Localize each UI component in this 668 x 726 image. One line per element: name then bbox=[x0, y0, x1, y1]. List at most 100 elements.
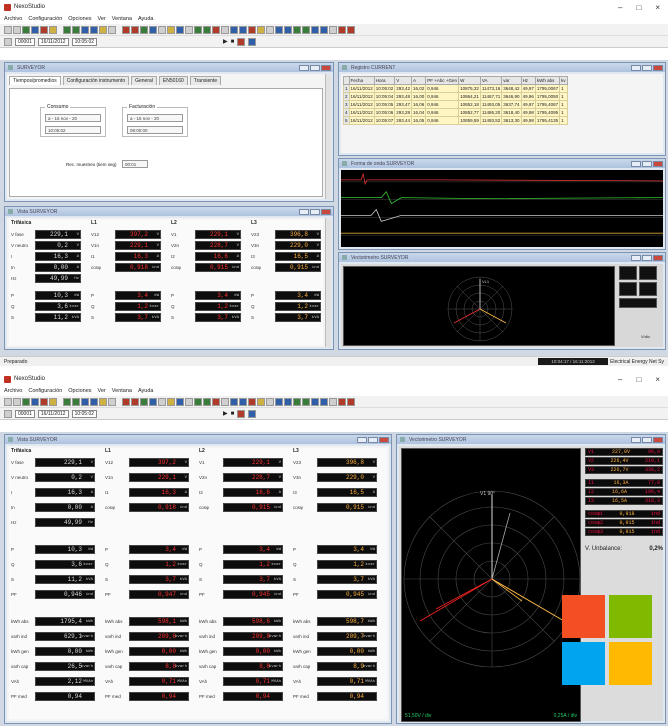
menu-opciones[interactable]: Opciones bbox=[68, 388, 91, 394]
table-header[interactable]: Hora bbox=[373, 76, 396, 85]
time-field[interactable]: 10:05:02 bbox=[71, 37, 98, 46]
toolbar-button-icon[interactable] bbox=[72, 25, 80, 34]
toolbar-button-icon[interactable] bbox=[4, 25, 12, 34]
toolbar-button-icon[interactable] bbox=[185, 25, 193, 34]
table-row[interactable]: 5 16/11/2012 10:05:07 293,44 16,05 0,946 10859… bbox=[343, 116, 568, 125]
table-header[interactable]: W bbox=[458, 76, 481, 85]
table-row[interactable]: 2 16/11/2012 10:05:04 293,48 16,00 0,946 10864… bbox=[343, 92, 568, 101]
toolbar-button-icon[interactable] bbox=[90, 25, 98, 34]
table-header[interactable]: kv bbox=[559, 76, 568, 85]
window-minimize-button[interactable] bbox=[299, 208, 309, 215]
toolbar-button-icon[interactable] bbox=[13, 397, 21, 406]
toolbar-button-icon[interactable] bbox=[266, 25, 274, 34]
tab-en50160[interactable]: EN50160 bbox=[158, 76, 188, 85]
toolbar-button-icon[interactable] bbox=[72, 397, 80, 406]
tab-transiente[interactable]: Transiente bbox=[189, 76, 222, 85]
toolbar-button-icon[interactable] bbox=[329, 25, 337, 34]
window-close-button[interactable] bbox=[653, 64, 663, 71]
window-minimize-button[interactable] bbox=[631, 64, 641, 71]
facturacion-time-field[interactable]: 08:00:00 bbox=[127, 126, 183, 134]
close-button[interactable]: × bbox=[655, 375, 660, 384]
toolbar-button-icon[interactable] bbox=[203, 397, 211, 406]
table-header[interactable]: VA bbox=[479, 76, 503, 85]
table-row[interactable]: 4 16/11/2012 10:05:06 293,28 16,04 0,946 10852… bbox=[343, 108, 568, 117]
window-close-button[interactable] bbox=[321, 64, 331, 71]
toolbar-button-icon[interactable] bbox=[176, 397, 184, 406]
toolbar-button-icon[interactable] bbox=[293, 25, 301, 34]
table-row[interactable]: 1 16/11/2012 10:05:02 293,42 16,02 0,946 10875… bbox=[343, 84, 568, 93]
menu-ayuda[interactable]: Ayuda bbox=[138, 16, 154, 22]
time-field[interactable]: 10:05:02 bbox=[71, 409, 98, 418]
device-icon[interactable] bbox=[4, 37, 12, 46]
toolbar-button-icon[interactable] bbox=[275, 397, 283, 406]
toolbar-button-icon[interactable] bbox=[212, 397, 220, 406]
minimize-button[interactable]: – bbox=[618, 3, 622, 12]
consumo-time-field[interactable]: 10:05:02 bbox=[45, 126, 101, 134]
window-close-button[interactable] bbox=[379, 436, 389, 443]
toolbar-button-icon[interactable] bbox=[140, 397, 148, 406]
toolbar-button-icon[interactable] bbox=[320, 397, 328, 406]
toolbar-button-icon[interactable] bbox=[122, 25, 130, 34]
maximize-button[interactable]: □ bbox=[636, 3, 641, 12]
toolbar-button-icon[interactable] bbox=[230, 397, 238, 406]
toolbar-button-icon[interactable] bbox=[176, 25, 184, 34]
window-close-button[interactable] bbox=[653, 436, 663, 443]
toolbar-button-icon[interactable] bbox=[347, 397, 355, 406]
window-minimize-button[interactable] bbox=[357, 436, 367, 443]
toolbar-button-icon[interactable] bbox=[266, 397, 274, 406]
toolbar-button-icon[interactable] bbox=[81, 397, 89, 406]
window-maximize-button[interactable] bbox=[642, 436, 652, 443]
toolbar-button-icon[interactable] bbox=[284, 25, 292, 34]
toolbar-button-icon[interactable] bbox=[338, 397, 346, 406]
window-minimize-button[interactable] bbox=[299, 64, 309, 71]
table-header[interactable]: Hz bbox=[520, 76, 536, 85]
table-header[interactable]: PF +Abc +Gen bbox=[425, 76, 460, 85]
window-maximize-button[interactable] bbox=[310, 64, 320, 71]
toolbar-button-icon[interactable] bbox=[149, 397, 157, 406]
toolbar-button-icon[interactable] bbox=[63, 397, 71, 406]
toolbar-button-icon[interactable] bbox=[239, 397, 247, 406]
toolbar-button-icon[interactable] bbox=[194, 397, 202, 406]
minimize-button[interactable]: – bbox=[618, 375, 622, 384]
toolbar-button-icon[interactable] bbox=[158, 397, 166, 406]
play-icon[interactable]: ▶ bbox=[223, 410, 228, 417]
toolbar-button-icon[interactable] bbox=[31, 25, 39, 34]
window-minimize-button[interactable] bbox=[631, 160, 641, 167]
toolbar-button-icon[interactable] bbox=[221, 397, 229, 406]
toolbar-button-icon[interactable] bbox=[49, 25, 57, 34]
table-header[interactable]: Fecha bbox=[348, 76, 375, 85]
toolbar-button-icon[interactable] bbox=[311, 25, 319, 34]
table-header[interactable]: var bbox=[501, 76, 522, 85]
toolbar-button-icon[interactable] bbox=[221, 25, 229, 34]
menu-opciones[interactable]: Opciones bbox=[68, 16, 91, 22]
toolbar-button-icon[interactable] bbox=[131, 397, 139, 406]
toolbar-button-icon[interactable] bbox=[212, 25, 220, 34]
toolbar-button-icon[interactable] bbox=[257, 25, 265, 34]
toolbar-button-icon[interactable] bbox=[63, 25, 71, 34]
menu-configuracion[interactable]: Configuración bbox=[28, 16, 62, 22]
table-header[interactable]: V bbox=[394, 76, 413, 85]
toolbar-button-icon[interactable] bbox=[167, 25, 175, 34]
window-minimize-button[interactable] bbox=[631, 254, 641, 261]
device-id-field[interactable]: 00001 bbox=[15, 409, 35, 418]
window-maximize-button[interactable] bbox=[642, 64, 652, 71]
date-field[interactable]: 16/11/2012 bbox=[37, 37, 69, 46]
stop-icon[interactable]: ■ bbox=[231, 39, 235, 45]
view-icon[interactable] bbox=[248, 409, 257, 418]
toolbar-button-icon[interactable] bbox=[31, 397, 39, 406]
toolbar-button-icon[interactable] bbox=[108, 25, 116, 34]
toolbar-button-icon[interactable] bbox=[40, 397, 48, 406]
measurements-scrollbar[interactable] bbox=[325, 218, 331, 347]
toolbar-button-icon[interactable] bbox=[248, 397, 256, 406]
facturacion-date-select[interactable]: a - 16 nov - 20 bbox=[127, 114, 183, 122]
toolbar-button-icon[interactable] bbox=[122, 397, 130, 406]
record-icon[interactable] bbox=[237, 37, 246, 46]
tab-tiempos[interactable]: Tiempos/promedios bbox=[9, 76, 61, 85]
window-close-button[interactable] bbox=[321, 208, 331, 215]
menu-configuracion[interactable]: Configuración bbox=[28, 388, 62, 394]
menu-ayuda[interactable]: Ayuda bbox=[138, 388, 154, 394]
date-field[interactable]: 16/11/2012 bbox=[37, 409, 69, 418]
config-scrollbar[interactable] bbox=[325, 74, 331, 199]
toolbar-button-icon[interactable] bbox=[293, 397, 301, 406]
table-row[interactable]: 3 16/11/2012 10:05:05 293,47 16,06 0,946 10852… bbox=[343, 100, 568, 109]
